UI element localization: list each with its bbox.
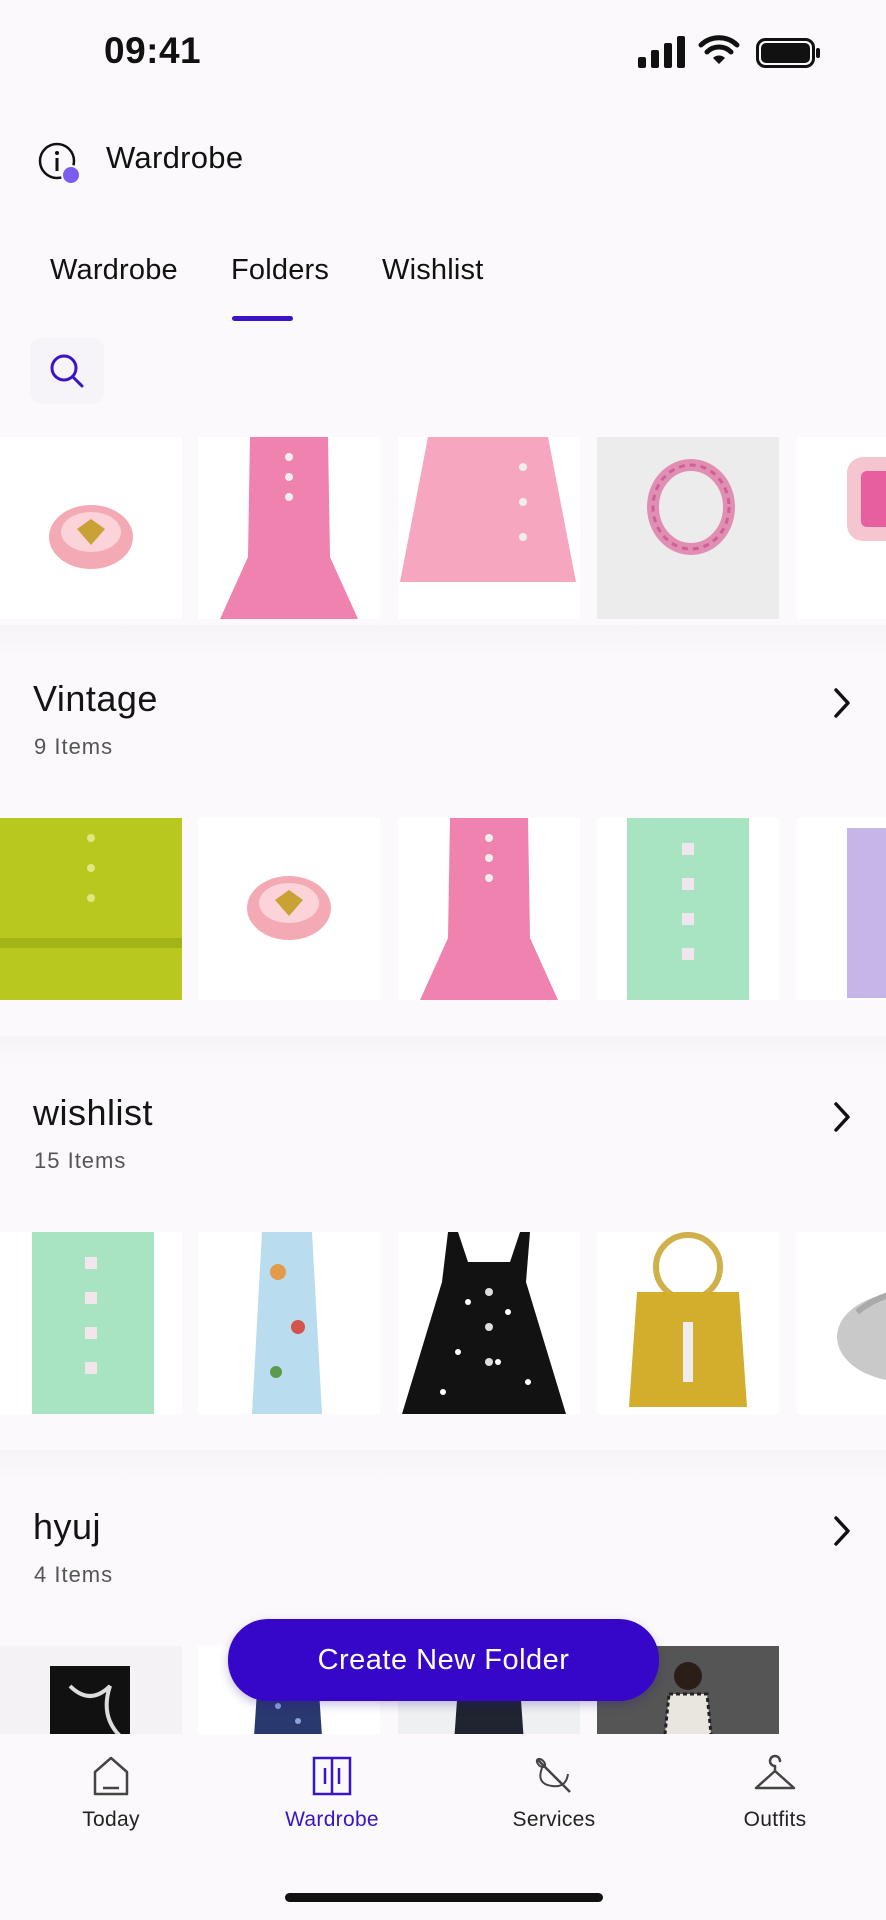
pink-skirt-image	[398, 437, 580, 619]
status-time: 09:41	[104, 30, 202, 71]
tab-wishlist[interactable]: Wishlist	[382, 254, 484, 287]
all-items-strip[interactable]	[0, 437, 886, 619]
folder-count: 4 Items	[34, 1562, 114, 1587]
nav-outfits[interactable]: Outfits	[700, 1754, 850, 1854]
item-thumbnail[interactable]	[0, 1646, 182, 1734]
info-icon[interactable]	[38, 142, 82, 186]
lime-dress-image	[0, 818, 182, 1000]
pink-ring-image	[0, 437, 182, 619]
section-divider	[0, 625, 886, 655]
item-thumbnail[interactable]	[597, 818, 779, 1000]
wishlist-items-strip[interactable]	[0, 1232, 886, 1414]
active-tab-indicator	[232, 316, 293, 321]
lilac-dress-image	[797, 818, 886, 1000]
silver-bag-image	[797, 1232, 886, 1414]
black-embellished-dress-image	[0, 1646, 182, 1734]
hanger-icon	[754, 1754, 796, 1790]
item-thumbnail[interactable]	[398, 437, 580, 619]
item-thumbnail[interactable]	[797, 818, 886, 1000]
search-button[interactable]	[30, 338, 104, 404]
item-thumbnail[interactable]	[597, 437, 779, 619]
folder-name: wishlist	[33, 1092, 154, 1133]
item-thumbnail[interactable]	[198, 437, 380, 619]
folder-count: 15 Items	[34, 1148, 127, 1173]
wifi-icon	[698, 35, 740, 64]
search-icon	[50, 354, 84, 388]
nav-wardrobe[interactable]: Wardrobe	[257, 1754, 407, 1854]
signal-icon	[638, 36, 685, 68]
needle-thread-icon	[535, 1757, 571, 1793]
folder-name: hyuj	[33, 1506, 102, 1547]
item-thumbnail[interactable]	[0, 437, 182, 619]
blue-print-dress-image	[198, 1232, 380, 1414]
item-thumbnail[interactable]	[0, 818, 182, 1000]
nav-services[interactable]: Services	[479, 1754, 629, 1854]
item-thumbnail[interactable]	[597, 1232, 779, 1414]
status-bar: 09:41	[0, 0, 886, 100]
mint-dress-image	[597, 818, 779, 1000]
tab-wardrobe[interactable]: Wardrobe	[50, 254, 178, 287]
house-icon	[93, 1756, 129, 1796]
pink-dress-image	[398, 818, 580, 1000]
folder-hyuj[interactable]: hyuj 4 Items	[0, 1506, 886, 1606]
folder-count: 9 Items	[34, 734, 114, 759]
item-thumbnail[interactable]	[398, 1232, 580, 1414]
chevron-right-icon[interactable]	[826, 1100, 856, 1134]
battery-icon	[756, 38, 820, 68]
mint-dress-image	[0, 1232, 182, 1414]
nav-label: Services	[512, 1808, 596, 1831]
home-indicator[interactable]	[285, 1893, 603, 1902]
wardrobe-icon	[312, 1756, 352, 1796]
polka-dot-dress-image	[398, 1232, 580, 1414]
pink-gem-ring-image	[797, 437, 886, 619]
vintage-items-strip[interactable]	[0, 818, 886, 1000]
segment-tabs: Wardrobe Folders Wishlist	[0, 250, 886, 325]
item-thumbnail[interactable]	[797, 437, 886, 619]
nav-label: Outfits	[743, 1808, 807, 1831]
eternity-ring-image	[597, 437, 779, 619]
tab-folders[interactable]: Folders	[231, 254, 329, 287]
folder-name: Vintage	[33, 678, 158, 719]
item-thumbnail[interactable]	[797, 1232, 886, 1414]
item-thumbnail[interactable]	[198, 818, 380, 1000]
pink-ring-image	[198, 818, 380, 1000]
item-thumbnail[interactable]	[398, 818, 580, 1000]
section-divider	[0, 1450, 886, 1480]
nav-label: Wardrobe	[285, 1808, 379, 1831]
section-divider	[0, 1036, 886, 1066]
folder-wishlist[interactable]: wishlist 15 Items	[0, 1092, 886, 1192]
item-thumbnail[interactable]	[0, 1232, 182, 1414]
chevron-right-icon[interactable]	[826, 1514, 856, 1548]
app-header: Wardrobe	[0, 130, 886, 190]
chevron-right-icon[interactable]	[826, 686, 856, 720]
pink-dress-image	[198, 437, 380, 619]
gold-bag-image	[597, 1232, 779, 1414]
nav-today[interactable]: Today	[36, 1754, 186, 1854]
page-title: Wardrobe	[106, 140, 244, 175]
item-thumbnail[interactable]	[198, 1232, 380, 1414]
create-new-folder-button[interactable]: Create New Folder	[228, 1619, 659, 1701]
nav-label: Today	[82, 1808, 140, 1831]
folder-vintage[interactable]: Vintage 9 Items	[0, 678, 886, 778]
